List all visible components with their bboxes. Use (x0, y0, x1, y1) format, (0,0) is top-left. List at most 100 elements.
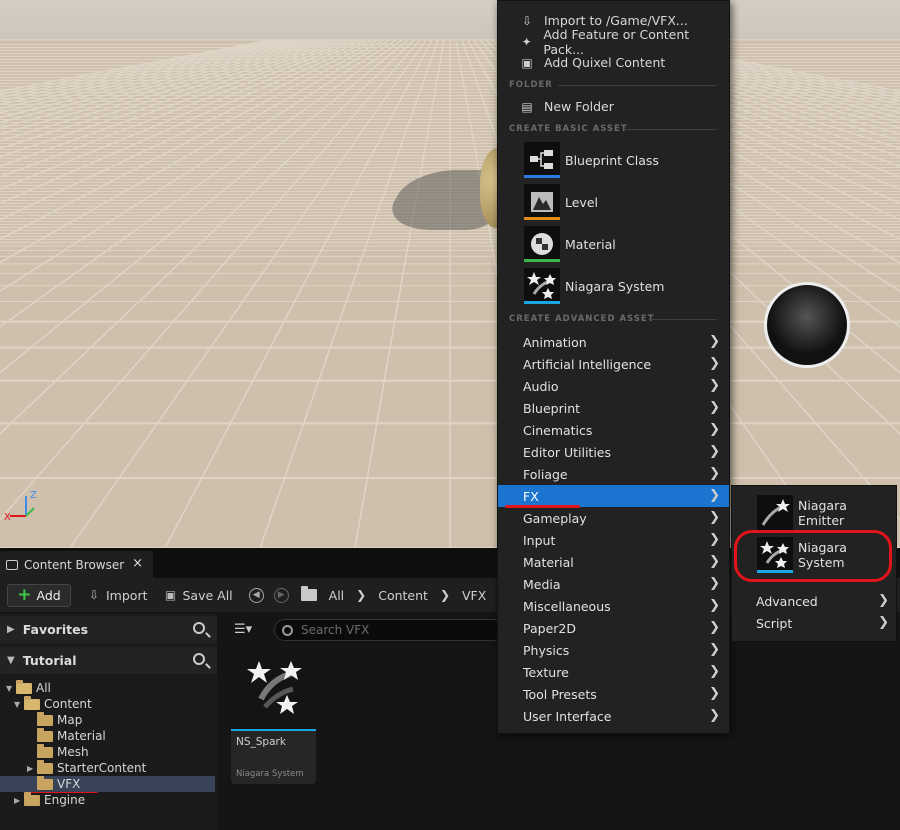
chevron-right-icon: ❯ (709, 510, 720, 525)
menu-item-label: Animation (523, 334, 587, 350)
menu-item-physics[interactable]: Physics ❯ (498, 639, 729, 661)
tree-item-material[interactable]: Material (0, 727, 215, 744)
menu-item-cinematics[interactable]: Cinematics ❯ (498, 419, 729, 441)
tree-item-mesh[interactable]: Mesh (0, 743, 215, 760)
search-icon[interactable] (193, 622, 205, 634)
asset-tile-ns-spark[interactable]: NS_Spark Niagara System (231, 649, 316, 784)
tiled-floor (0, 39, 900, 548)
search-icon[interactable] (193, 653, 205, 665)
folder-icon (24, 791, 40, 806)
menu-item-material[interactable]: Material ❯ (498, 551, 729, 573)
chevron-right-icon: ❯ (709, 598, 720, 613)
menu-item-paper2d[interactable]: Paper2D ❯ (498, 617, 729, 639)
tutorial-section[interactable]: ▼ Tutorial (0, 647, 217, 674)
quixel-icon: ▣ (521, 55, 533, 70)
menu-item-user-interface[interactable]: User Interface ❯ (498, 705, 729, 727)
chevron-right-icon[interactable]: ▶ (27, 764, 37, 773)
annotation-circle-niagara-system (734, 530, 892, 582)
asset-type-color-strip (524, 175, 560, 178)
sphere-reflection-capture (764, 282, 850, 368)
menu-item-niagara-system[interactable]: Niagara System (524, 265, 724, 307)
menu-item-miscellaneous[interactable]: Miscellaneous ❯ (498, 595, 729, 617)
menu-item-media[interactable]: Media ❯ (498, 573, 729, 595)
save-all-button[interactable]: ▣ Save All (164, 588, 233, 603)
filter-icon[interactable]: ☰▾ (234, 622, 252, 637)
menu-item-animation[interactable]: Animation ❯ (498, 331, 729, 353)
menu-item-material[interactable]: Material (524, 223, 724, 265)
add-button[interactable]: + Add (7, 583, 71, 607)
submenu-item-niagara-emitter[interactable]: Niagara Emitter (757, 494, 897, 532)
favorites-section[interactable]: ▶ Favorites (0, 616, 217, 643)
tree-item-startercontent[interactable]: ▶ StarterContent (0, 759, 215, 776)
menu-item-tool-presets[interactable]: Tool Presets ❯ (498, 683, 729, 705)
menu-item-blueprint-class[interactable]: Blueprint Class (524, 139, 724, 181)
breadcrumb-all[interactable]: All (329, 588, 345, 603)
breadcrumb-vfx[interactable]: VFX (462, 588, 486, 603)
menu-item-foliage[interactable]: Foliage ❯ (498, 463, 729, 485)
tab-content-browser[interactable]: Content Browser × (0, 551, 153, 578)
forward-icon[interactable]: ▶ (273, 587, 289, 603)
tutorial-label: Tutorial (22, 653, 77, 668)
chevron-right-icon: ❯ (709, 488, 720, 503)
menu-item-label: Miscellaneous (523, 598, 611, 614)
chevron-right-icon: ❯ (709, 620, 720, 635)
menu-item-label: Blueprint (523, 400, 581, 416)
breadcrumb-separator-icon[interactable]: ❯ (440, 588, 450, 602)
chevron-right-icon: ❯ (709, 642, 720, 657)
menu-divider (648, 319, 717, 320)
chevron-right-icon[interactable]: ▶ (14, 796, 24, 805)
chevron-down-icon[interactable]: ▼ (6, 684, 16, 693)
chevron-right-icon: ❯ (709, 422, 720, 437)
new-folder-icon: ▤ (521, 99, 533, 114)
close-icon[interactable]: × (132, 556, 143, 571)
chevron-down-icon: ▼ (7, 655, 15, 666)
menu-item-gameplay[interactable]: Gameplay ❯ (498, 507, 729, 529)
menu-item-label: New Folder (544, 99, 614, 114)
menu-item-editor-utilities[interactable]: Editor Utilities ❯ (498, 441, 729, 463)
tree-item-all[interactable]: ▼ All (0, 679, 215, 696)
menu-item-input[interactable]: Input ❯ (498, 529, 729, 551)
menu-item-level[interactable]: Level (524, 181, 724, 223)
menu-item-label: Level (565, 194, 598, 210)
search-input-box[interactable] (274, 619, 504, 641)
chevron-right-icon: ❯ (709, 576, 720, 591)
tree-item-engine[interactable]: ▶ Engine (0, 791, 215, 808)
asset-type-color-strip (524, 259, 560, 262)
search-input[interactable] (301, 623, 491, 637)
menu-divider (558, 85, 717, 86)
menu-item-label: Audio (523, 378, 559, 394)
menu-item-texture[interactable]: Texture ❯ (498, 661, 729, 683)
menu-item-label: Foliage (523, 466, 568, 482)
breadcrumb-content[interactable]: Content (378, 588, 428, 603)
menu-item-fx[interactable]: FX ❯ (498, 485, 729, 507)
tree-item-vfx[interactable]: VFX (0, 775, 215, 792)
menu-item-add-feature[interactable]: ✦ Add Feature or Content Pack... (520, 27, 725, 57)
menu-item-blueprint[interactable]: Blueprint ❯ (498, 397, 729, 419)
chevron-right-icon: ❯ (709, 400, 720, 415)
chevron-right-icon: ❯ (878, 593, 889, 608)
menu-item-quixel[interactable]: ▣ Add Quixel Content (520, 52, 725, 73)
plus-icon: + (17, 585, 32, 605)
tree-item-label: Engine (44, 793, 86, 807)
tree-item-map[interactable]: Map (0, 711, 215, 728)
tree-item-label: Mesh (57, 745, 89, 759)
axis-z-label: Z (30, 490, 37, 501)
menu-item-label: Input (523, 532, 556, 548)
chevron-down-icon[interactable]: ▼ (14, 700, 24, 709)
tree-item-content[interactable]: ▼ Content (0, 695, 215, 712)
breadcrumb-separator-icon[interactable]: ❯ (356, 588, 366, 602)
niagara-emitter-icon (757, 495, 793, 531)
import-button[interactable]: ⇩ Import (87, 588, 148, 603)
submenu-item-advanced[interactable]: Advanced ❯ (732, 590, 896, 612)
niagara-system-icon (231, 649, 316, 729)
menu-item-new-folder[interactable]: ▤ New Folder (520, 96, 725, 117)
annotation-underline-fx (505, 505, 580, 508)
level-viewport[interactable]: Z X (0, 0, 900, 548)
submenu-item-script[interactable]: Script ❯ (732, 612, 896, 634)
save-icon: ▣ (164, 587, 177, 602)
menu-item-artificial-intelligence[interactable]: Artificial Intelligence ❯ (498, 353, 729, 375)
chevron-right-icon: ❯ (709, 708, 720, 723)
menu-item-audio[interactable]: Audio ❯ (498, 375, 729, 397)
back-icon[interactable]: ◀ (248, 587, 264, 603)
folder-icon (37, 711, 53, 726)
